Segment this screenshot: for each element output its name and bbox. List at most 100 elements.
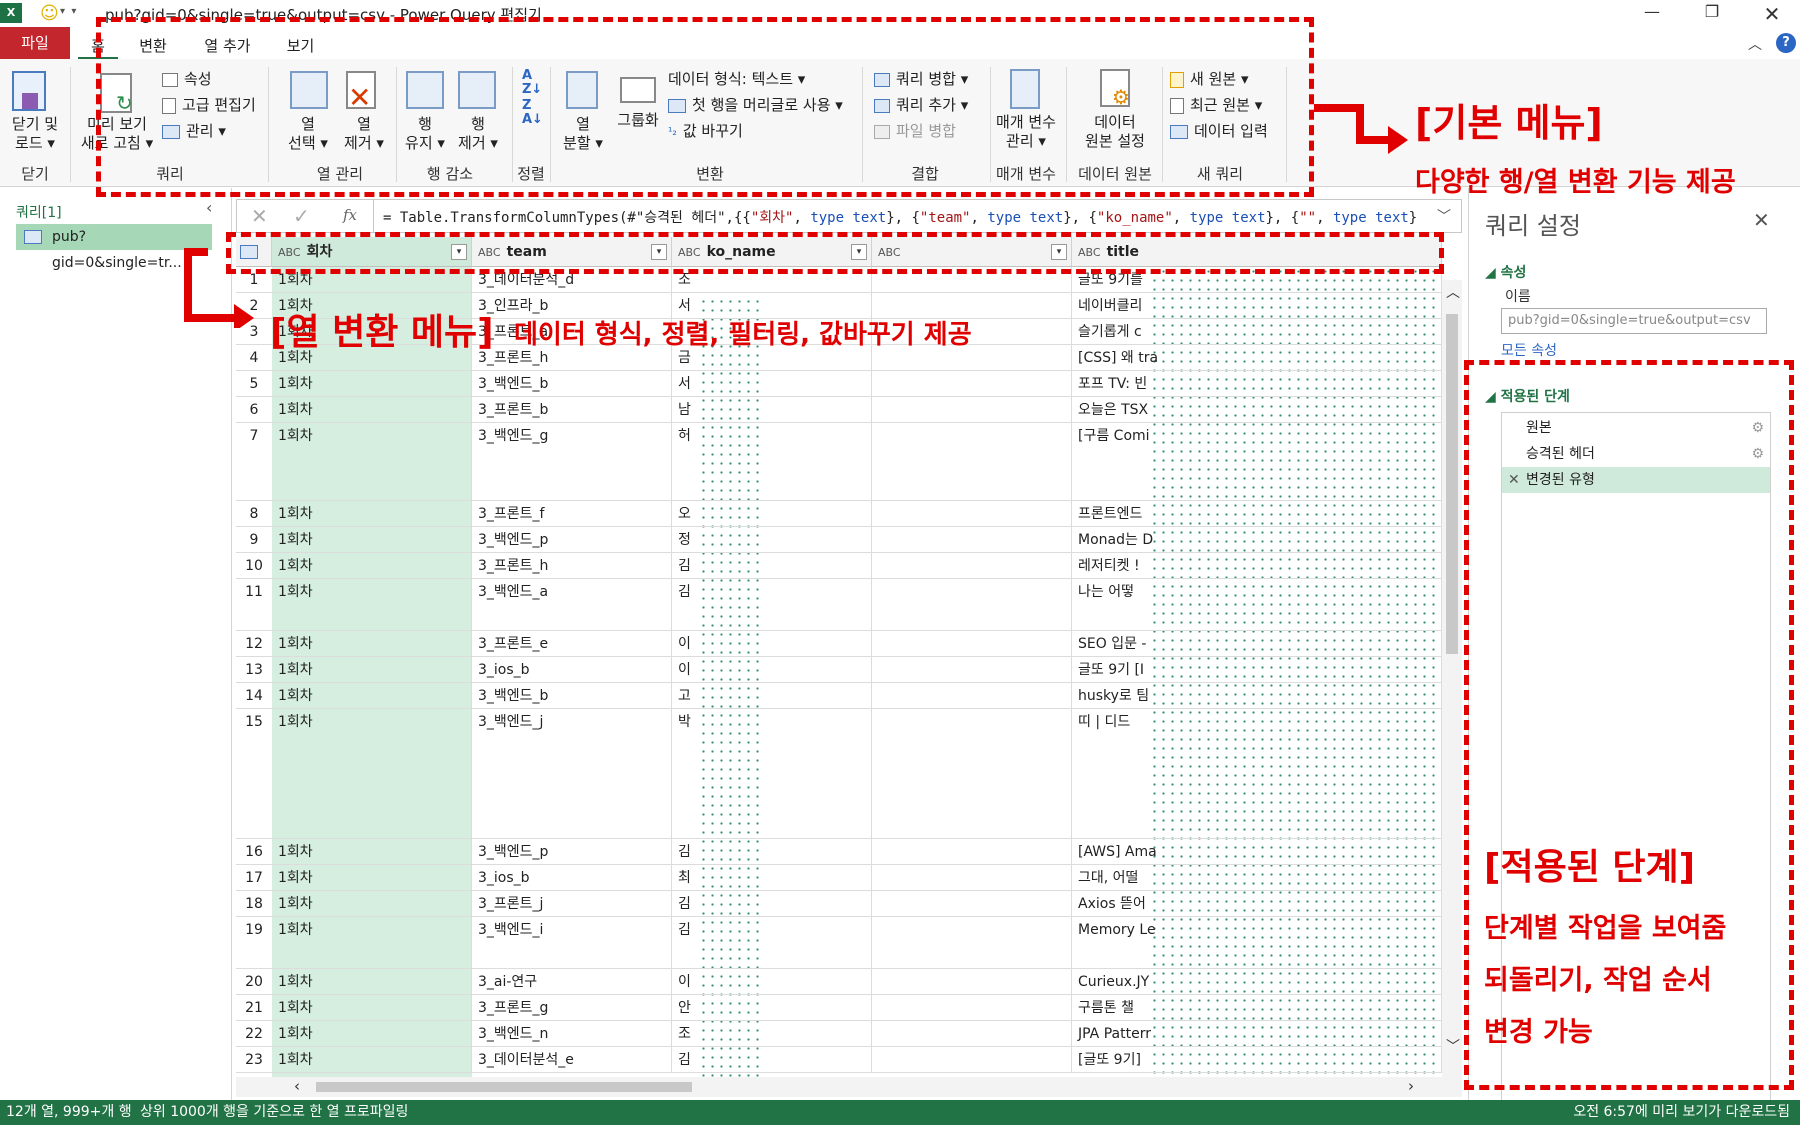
table-cell[interactable]: 나는 어떻	[1072, 579, 1442, 631]
table-cell[interactable]: 3_프론트_h	[472, 553, 672, 579]
table-cell[interactable]: husky로 팀	[1072, 683, 1442, 709]
table-cell[interactable]: 3_백엔드_j	[472, 709, 672, 839]
table-cell[interactable]: 조	[672, 1021, 872, 1047]
scroll-left-icon[interactable]: ‹	[294, 1077, 300, 1095]
table-cell[interactable]	[872, 527, 1072, 553]
table-cell[interactable]: 1회차	[272, 657, 472, 683]
scroll-right-icon[interactable]: ›	[1408, 1077, 1414, 1095]
table-cell[interactable]: 이	[672, 657, 872, 683]
table-cell[interactable]	[872, 553, 1072, 579]
table-cell[interactable]: 1회차	[272, 891, 472, 917]
table-cell[interactable]: 1회차	[272, 501, 472, 527]
table-cell[interactable]: 3_백엔드_a	[472, 579, 672, 631]
table-cell[interactable]	[872, 709, 1072, 839]
table-cell[interactable]: 3_백엔드_p	[472, 527, 672, 553]
restore-icon[interactable]: ❐	[1692, 2, 1732, 21]
table-cell[interactable]: 3_백엔드_b	[472, 371, 672, 397]
table-cell[interactable]: 김	[672, 891, 872, 917]
table-cell[interactable]	[872, 371, 1072, 397]
table-cell[interactable]	[872, 683, 1072, 709]
table-cell[interactable]: 1회차	[272, 397, 472, 423]
table-cell[interactable]	[872, 397, 1072, 423]
table-cell[interactable]: 김	[672, 579, 872, 631]
table-cell[interactable]: 1회차	[272, 995, 472, 1021]
table-cell[interactable]	[872, 1021, 1072, 1047]
table-cell[interactable]: 띠 | 디드	[1072, 709, 1442, 839]
all-properties-link[interactable]: 모든 속성	[1501, 340, 1557, 360]
table-cell[interactable]	[872, 657, 1072, 683]
table-cell[interactable]: 최	[672, 865, 872, 891]
table-cell[interactable]: [AWS] Ama	[1072, 839, 1442, 865]
table-cell[interactable]: 1회차	[272, 553, 472, 579]
table-cell[interactable]: 1회차	[272, 917, 472, 969]
table-cell[interactable]: 3_백엔드_i	[472, 917, 672, 969]
query-name-input[interactable]: pub?gid=0&single=true&output=csv	[1501, 308, 1767, 334]
table-cell[interactable]	[872, 579, 1072, 631]
table-cell[interactable]: 이	[672, 631, 872, 657]
table-cell[interactable]: Monad는 D	[1072, 527, 1442, 553]
status-profiling[interactable]: 상위 1000개 행을 기준으로 한 열 프로파일링	[140, 1100, 408, 1125]
table-cell[interactable]: 3_프론트_f	[472, 501, 672, 527]
table-cell[interactable]: 1회차	[272, 631, 472, 657]
expand-formula-icon[interactable]: ﹀	[1437, 206, 1451, 226]
close-icon[interactable]: ✕	[1753, 208, 1770, 232]
table-cell[interactable]: 레저티켓 !	[1072, 553, 1442, 579]
table-cell[interactable]: 1회차	[272, 709, 472, 839]
table-cell[interactable]: 김	[672, 1047, 872, 1073]
chevron-down-icon[interactable]: ▾ ▾	[60, 6, 76, 17]
table-cell[interactable]: 남	[672, 397, 872, 423]
scrollbar-thumb[interactable]	[316, 1082, 692, 1092]
table-cell[interactable]: 고	[672, 683, 872, 709]
scroll-up-icon[interactable]: ︿	[1446, 282, 1460, 302]
table-cell[interactable]: 1회차	[272, 969, 472, 995]
table-cell[interactable]: JPA Patterr	[1072, 1021, 1442, 1047]
table-cell[interactable]	[872, 891, 1072, 917]
table-cell[interactable]: 슬기롭게 c	[1072, 319, 1442, 345]
table-cell[interactable]: 1회차	[272, 579, 472, 631]
table-cell[interactable]: 1회차	[272, 683, 472, 709]
table-cell[interactable]	[872, 969, 1072, 995]
table-cell[interactable]	[872, 917, 1072, 969]
table-cell[interactable]: 서	[672, 371, 872, 397]
minimize-icon[interactable]: —	[1632, 2, 1672, 21]
table-cell[interactable]: Axios 뜯어	[1072, 891, 1442, 917]
table-cell[interactable]	[872, 995, 1072, 1021]
table-cell[interactable]: 김	[672, 553, 872, 579]
confirm-formula-icon[interactable]: ✓	[293, 204, 310, 228]
close-load-button[interactable]: 닫기 및 로드 ▾	[4, 115, 66, 153]
table-cell[interactable]: 글또 9기 [I	[1072, 657, 1442, 683]
table-cell[interactable]: 3_백엔드_g	[472, 423, 672, 501]
table-cell[interactable]: 박	[672, 709, 872, 839]
table-cell[interactable]: 3_백엔드_b	[472, 683, 672, 709]
table-cell[interactable]: 김	[672, 917, 872, 969]
table-cell[interactable]: 허	[672, 423, 872, 501]
table-cell[interactable]: 오	[672, 501, 872, 527]
close-icon[interactable]: ✕	[1752, 2, 1792, 26]
table-cell[interactable]: Memory Le	[1072, 917, 1442, 969]
scroll-down-icon[interactable]: ﹀	[1446, 1036, 1460, 1056]
table-cell[interactable]: 정	[672, 527, 872, 553]
table-cell[interactable]: 네이버클리	[1072, 293, 1442, 319]
table-cell[interactable]: 안	[672, 995, 872, 1021]
table-cell[interactable]: 김	[672, 839, 872, 865]
table-cell[interactable]	[872, 1047, 1072, 1073]
table-cell[interactable]: 포프 TV: 빈	[1072, 371, 1442, 397]
table-cell[interactable]: 1회차	[272, 1047, 472, 1073]
table-cell[interactable]: 3_프론트_e	[472, 631, 672, 657]
collapse-ribbon-icon[interactable]: ︿	[1748, 34, 1762, 54]
table-cell[interactable]: 1회차	[272, 423, 472, 501]
table-cell[interactable]: [글또 9기]	[1072, 1047, 1442, 1073]
tab-file[interactable]: 파일	[0, 27, 70, 59]
vertical-scrollbar[interactable]: ︿ ﹀	[1442, 280, 1462, 1077]
table-cell[interactable]: 1회차	[272, 865, 472, 891]
table-cell[interactable]: 1회차	[272, 839, 472, 865]
table-cell[interactable]: 3_백엔드_n	[472, 1021, 672, 1047]
table-cell[interactable]: [구름 Comi	[1072, 423, 1442, 501]
table-cell[interactable]: 1회차	[272, 1021, 472, 1047]
table-cell[interactable]: 3_프론트_g	[472, 995, 672, 1021]
table-cell[interactable]	[872, 501, 1072, 527]
table-cell[interactable]: 3_ios_b	[472, 657, 672, 683]
table-cell[interactable]: 오늘은 TSX	[1072, 397, 1442, 423]
table-cell[interactable]: 그대, 어떨	[1072, 865, 1442, 891]
table-cell[interactable]: 1회차	[272, 371, 472, 397]
